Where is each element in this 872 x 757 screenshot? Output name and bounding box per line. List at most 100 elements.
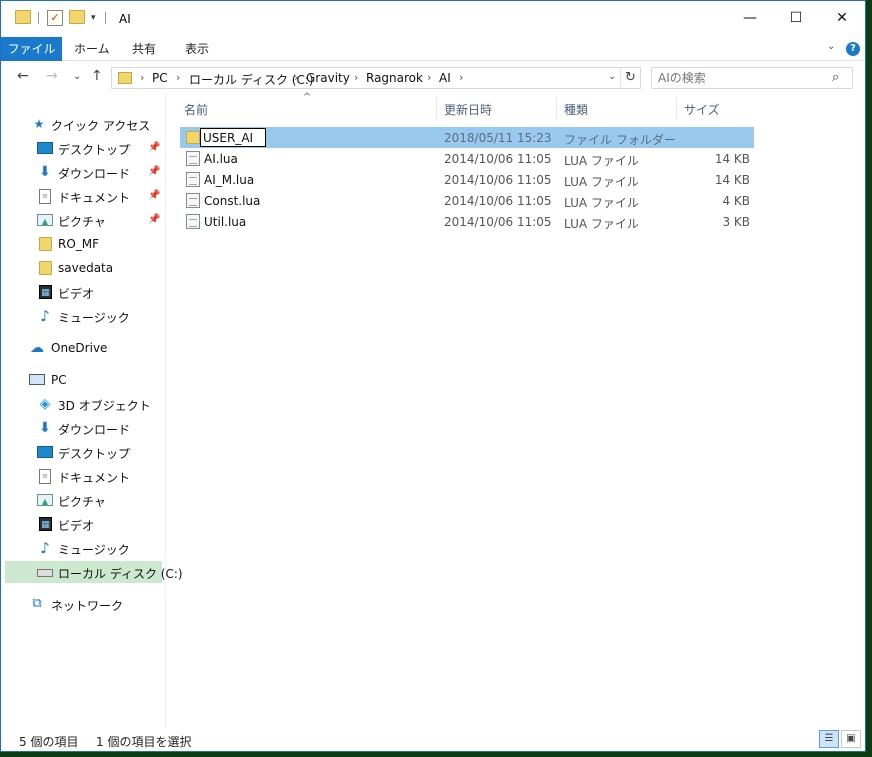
column-divider[interactable]	[436, 97, 437, 119]
sidebar-item-label: PC	[51, 373, 67, 387]
column-header-name[interactable]: 名前	[184, 101, 208, 118]
pane-divider	[165, 93, 166, 727]
breadcrumb-separator[interactable]: ›	[294, 71, 298, 84]
search-icon[interactable]: ⌕	[832, 70, 839, 85]
new-folder-icon[interactable]	[69, 10, 85, 24]
sidebar-item-pc[interactable]: PC	[5, 369, 162, 391]
toolbar-divider	[105, 12, 106, 24]
desktop-icon	[37, 446, 53, 458]
help-icon[interactable]: ?	[846, 42, 860, 56]
sidebar-item-label: ピクチャ	[58, 215, 106, 229]
large-icons-view-icon[interactable]: ▣	[841, 730, 861, 748]
recent-locations-button[interactable]: ⌄	[73, 71, 81, 82]
sidebar-item-pictures[interactable]: ▲ ピクチャ 📌	[5, 209, 162, 231]
pin-icon[interactable]: 📌	[148, 190, 160, 201]
ribbon: ファイル ホーム 共有 表示 ⌄ ?	[1, 37, 865, 61]
sidebar-item-desktop[interactable]: デスクトップ	[5, 441, 162, 463]
breadcrumb-separator[interactable]: ›	[176, 71, 180, 84]
pin-icon[interactable]: 📌	[148, 214, 160, 225]
details-view-icon[interactable]: ☰	[819, 730, 839, 748]
file-row-util-lua[interactable]: Util.lua 2014/10/06 11:05 LUA ファイル 3 KB	[180, 211, 754, 232]
selection-count: 1 個の項目を選択	[96, 735, 192, 749]
file-row-ai-lua[interactable]: AI.lua 2014/10/06 11:05 LUA ファイル 14 KB	[180, 148, 754, 169]
search-box[interactable]: ⌕	[651, 67, 853, 89]
breadcrumb-ai[interactable]: AI	[439, 71, 451, 85]
document-icon: ≡	[39, 469, 51, 484]
file-date: 2014/10/06 11:05	[444, 152, 552, 166]
breadcrumb-gravity[interactable]: Gravity	[306, 71, 350, 85]
video-icon: ▦	[39, 285, 52, 299]
up-button[interactable]: ↑	[91, 68, 103, 84]
sort-ascending-icon: ^	[303, 92, 312, 103]
sidebar-item-savedata[interactable]: savedata	[5, 257, 162, 279]
folder-icon[interactable]	[15, 10, 31, 24]
tab-home[interactable]: ホーム	[74, 37, 110, 61]
file-row-ai-m-lua[interactable]: AI_M.lua 2014/10/06 11:05 LUA ファイル 14 KB	[180, 169, 754, 190]
sidebar-item-3d-objects[interactable]: ◈ 3D オブジェクト	[5, 393, 162, 415]
sidebar-item-label: ダウンロード	[58, 167, 131, 181]
refresh-icon[interactable]: ↻	[620, 68, 640, 88]
lua-file-icon	[186, 172, 200, 187]
sidebar-item-documents[interactable]: ≡ ドキュメント	[5, 465, 162, 487]
back-button[interactable]: ←	[17, 68, 29, 84]
pin-icon[interactable]: 📌	[148, 142, 160, 153]
address-bar[interactable]: › PC › ローカル ディスク (C:) › Gravity › Ragnar…	[111, 67, 641, 89]
file-size: 14 KB	[714, 152, 750, 166]
close-button[interactable]: ✕	[819, 1, 865, 35]
sidebar-item-network[interactable]: ⧉ ネットワーク	[5, 593, 162, 615]
tab-file[interactable]: ファイル	[1, 37, 62, 61]
column-header-type[interactable]: 種類	[564, 101, 588, 118]
sidebar-item-onedrive[interactable]: ☁ OneDrive	[5, 337, 162, 359]
sidebar-item-desktop[interactable]: デスクトップ 📌	[5, 137, 162, 159]
customize-dropdown-icon[interactable]: ▾	[91, 13, 96, 23]
file-type: LUA ファイル	[564, 196, 639, 210]
maximize-button[interactable]: ☐	[773, 1, 819, 35]
sidebar-item-videos[interactable]: ▦ ビデオ	[5, 281, 162, 303]
sidebar-item-label: OneDrive	[51, 341, 108, 355]
breadcrumb-separator[interactable]: ›	[354, 71, 358, 84]
address-dropdown-icon[interactable]: ⌄	[608, 71, 616, 82]
sidebar-item-ro-mf[interactable]: RO_MF	[5, 233, 162, 255]
tab-view[interactable]: 表示	[185, 37, 209, 61]
search-input[interactable]	[652, 68, 828, 88]
properties-check-icon[interactable]: ✓	[47, 10, 63, 26]
sidebar-item-label: 3D オブジェクト	[58, 399, 151, 413]
column-header-size[interactable]: サイズ	[684, 101, 720, 118]
sidebar-item-pictures[interactable]: ▲ ピクチャ	[5, 489, 162, 511]
file-row-const-lua[interactable]: Const.lua 2014/10/06 11:05 LUA ファイル 4 KB	[180, 190, 754, 211]
rename-input[interactable]	[200, 128, 266, 147]
sidebar-item-label: ネットワーク	[51, 599, 124, 613]
column-divider[interactable]	[676, 97, 677, 119]
minimize-button[interactable]: —	[727, 1, 773, 35]
lua-file-icon	[186, 214, 200, 229]
sidebar-item-documents[interactable]: ≡ ドキュメント 📌	[5, 185, 162, 207]
sidebar-item-label: ミュージック	[58, 543, 130, 557]
column-divider[interactable]	[556, 97, 557, 119]
forward-button[interactable]: →	[46, 68, 58, 84]
file-date: 2014/10/06 11:05	[444, 215, 552, 229]
download-icon: ⬇	[39, 164, 51, 180]
file-size: 14 KB	[714, 173, 750, 187]
sidebar-item-music[interactable]: ♪ ミュージック	[5, 305, 162, 327]
sidebar-item-local-disk[interactable]: ローカル ディスク (C:)	[5, 561, 183, 583]
sidebar-item-music[interactable]: ♪ ミュージック	[5, 537, 162, 559]
sidebar-item-videos[interactable]: ▦ ビデオ	[5, 513, 162, 535]
sidebar-item-label: ドキュメント	[58, 471, 131, 485]
pin-icon[interactable]: 📌	[148, 166, 160, 177]
tab-share[interactable]: 共有	[132, 37, 156, 61]
file-name: AI_M.lua	[204, 173, 255, 187]
breadcrumb-ragnarok[interactable]: Ragnarok	[366, 71, 423, 85]
file-type: LUA ファイル	[564, 154, 639, 168]
sidebar-item-label: デスクトップ	[58, 447, 131, 461]
file-row-user-ai[interactable]: 2018/05/11 15:23 ファイル フォルダー	[180, 127, 754, 148]
sidebar-item-label: ダウンロード	[58, 423, 131, 437]
breadcrumb-pc[interactable]: PC	[152, 71, 168, 85]
breadcrumb-separator[interactable]: ›	[140, 71, 144, 84]
sidebar-item-quick-access[interactable]: ★ クイック アクセス	[5, 113, 162, 135]
expand-ribbon-icon[interactable]: ⌄	[827, 41, 835, 52]
column-header-date[interactable]: 更新日時	[444, 101, 492, 118]
breadcrumb-separator[interactable]: ›	[427, 71, 431, 84]
sidebar-item-downloads[interactable]: ⬇ ダウンロード 📌	[5, 161, 162, 183]
sidebar-item-downloads[interactable]: ⬇ ダウンロード	[5, 417, 162, 439]
breadcrumb-separator[interactable]: ›	[459, 71, 463, 84]
